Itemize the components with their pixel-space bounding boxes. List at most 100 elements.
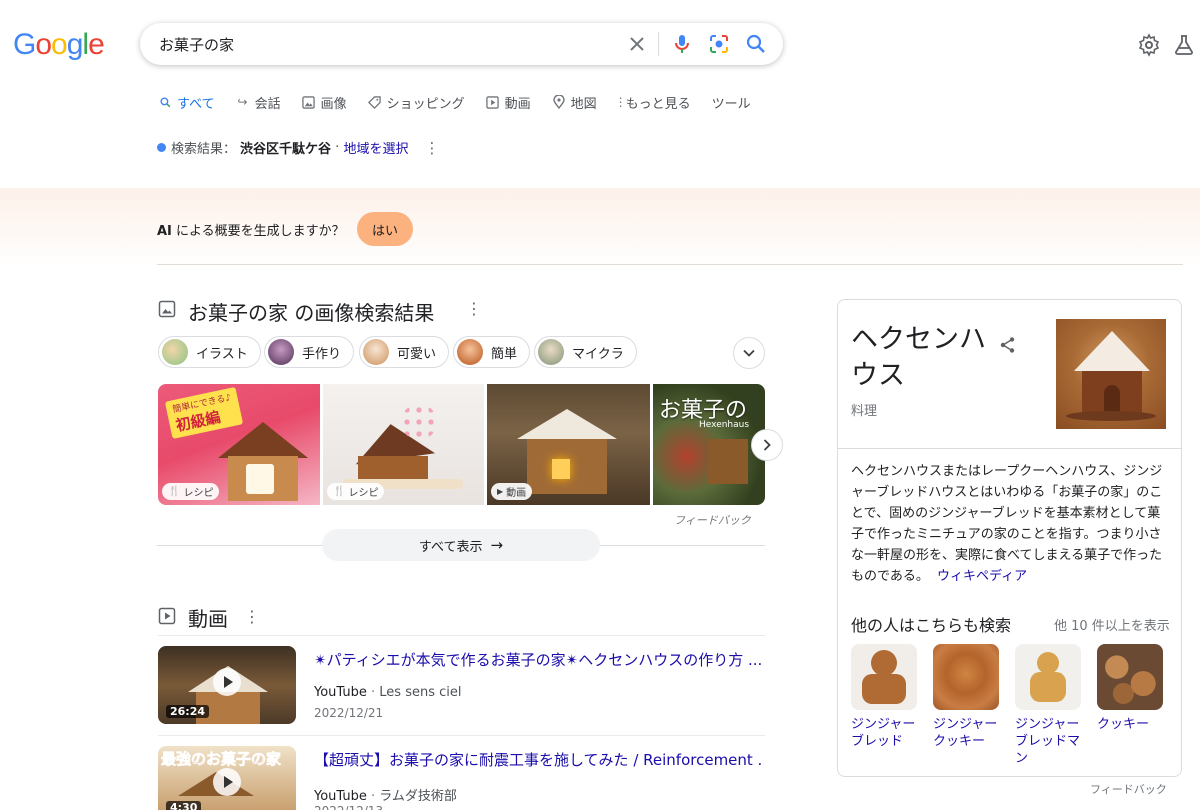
image-result-1[interactable]: 簡単にできる♪ 初級編 🍴 レシピ [158,384,320,505]
knowledge-description: ヘクセンハウスまたはレープクーヘンハウス、ジンジャーブレッドハウスとはいわゆる「… [851,461,1167,587]
location-line: 検索結果： 渋谷区千駄ケ谷 · 地域を選択 ⋮ [157,138,439,157]
clear-icon[interactable] [625,32,649,56]
images-feedback-link[interactable]: フィードバック [674,512,751,528]
chip-illust[interactable]: イラスト [158,336,261,368]
show-all-button[interactable]: すべて表示 → [322,529,600,561]
house-door [1104,385,1120,413]
ai-label: AI [157,224,172,239]
tab-videos[interactable]: 動画 [486,92,531,112]
video-platform: YouTube [314,789,367,804]
also-search-item[interactable]: ジンジャーブレッドマン [1015,644,1081,767]
video-duration: 4:30 [166,801,202,810]
google-logo[interactable]: Google [13,28,105,62]
tab-maps[interactable]: 地図 [552,92,597,112]
cookie-image [1097,644,1163,710]
video-title-link[interactable]: 【超頑丈】お菓子の家に耐震工事を施してみた / Reinforcement ..… [314,749,764,770]
ginger-cookie-image [933,644,999,710]
house-window-light [552,459,570,479]
labs-flask-icon[interactable] [1172,33,1196,57]
knowledge-description-text: ヘクセンハウスまたはレープクーヘンハウス、ジンジャーブレッドハウスとはいわゆる「… [851,464,1163,584]
video-title-link[interactable]: ✴パティシエが本気で作るお菓子の家✴ヘクセンハウスの作り方 ... [314,649,764,670]
gingerbread-image [851,644,917,710]
knowledge-divider [838,448,1181,449]
panel-feedback-link[interactable]: フィードバック [1090,781,1167,797]
chip-cute[interactable]: 可愛い [359,336,450,368]
video-thumbnail-1[interactable]: 26:24 [158,646,296,724]
logo-letter-g2: g [66,28,84,61]
chip-thumbnail [162,339,188,365]
next-images-button[interactable] [751,429,783,461]
tab-conversation[interactable]: ↪ 会話 [236,92,281,112]
video-channel: ラムダ技術部 [379,789,457,804]
wikipedia-link[interactable]: ウィキペディア [937,569,1027,584]
thumb-overlay-sub: Hexenhaus [699,420,750,430]
video-date: 2022/12/13 [314,804,383,810]
image-result-4[interactable]: お菓子の Hexenhaus [653,384,765,505]
chip-easy[interactable]: 簡単 [453,336,531,368]
recipe-badge: 🍴 レシピ [162,483,220,500]
tab-all[interactable]: すべて [158,92,215,112]
ai-question-text: による概要を生成しますか？ [171,224,345,239]
video-badge: ▶ 動画 [491,483,533,500]
fork-knife-icon: 🍴 [333,486,346,497]
video-platform: YouTube [314,685,367,700]
video-thumbnail-2[interactable]: 最強のお菓子の家 4:30 [158,746,296,810]
choose-region-link[interactable]: 地域を選択 [343,138,408,157]
recipe-badge: 🍴 レシピ [327,483,385,500]
chip-minecraft[interactable]: マイクラ [534,336,637,368]
share-icon[interactable] [999,336,1017,354]
logo-letter-o1: o [35,28,52,61]
video-date: 2022/12/21 [314,706,384,720]
expand-chips-button[interactable] [733,337,765,369]
image-section-menu-icon[interactable]: ⋮ [466,299,482,318]
lens-camera-icon[interactable] [707,32,731,56]
search-input[interactable]: お菓子の家 [159,34,234,55]
tag-icon [368,95,382,109]
videos-menu-icon[interactable]: ⋮ [244,607,260,626]
tab-label: 会話 [254,96,281,112]
chip-thumbnail [363,339,389,365]
tab-label: もっと見る [625,96,691,112]
thumb-badge-label: レシピ [348,488,379,499]
tab-shopping[interactable]: ショッピング [368,92,465,112]
knowledge-image[interactable] [1056,319,1166,429]
search-divider [658,32,659,56]
play-icon: ▶ [497,487,504,496]
image-result-3[interactable]: ▶ 動画 [487,384,650,505]
knowledge-title: ヘクセンハウス [851,324,986,391]
chevron-right-icon [763,439,771,451]
videos-divider [158,635,765,636]
location-dot-icon [157,143,166,152]
also-search-more-link[interactable]: 他 10 件以上を表示 [1054,615,1170,634]
also-search-label: クッキー [1097,717,1150,732]
search-icon[interactable] [744,32,768,56]
tab-images[interactable]: 画像 [302,92,347,112]
also-search-item[interactable]: ジンジャーブレッド [851,644,917,750]
arrow-right-icon: → [490,536,504,554]
tab-label: 画像 [320,96,347,112]
chip-thumbnail [538,339,564,365]
videos-title: 動画 [188,607,228,631]
ai-yes-button[interactable]: はい [357,212,413,246]
also-search-label: ジンジャークッキー [933,717,998,749]
video-channel: Les sens ciel [379,685,462,700]
also-search-item[interactable]: ジンジャークッキー [933,644,999,750]
video-source: YouTube · Les sens ciel [314,685,462,700]
house-body [708,439,748,484]
also-search-item[interactable]: クッキー [1097,644,1163,733]
microphone-icon[interactable] [670,32,694,56]
tab-tools[interactable]: ツール [712,92,751,112]
video-source: YouTube · ラムダ技術部 [314,789,457,804]
chip-label: マイクラ [572,346,624,362]
tab-more[interactable]: ⋮ もっと見る [615,92,691,112]
settings-gear-icon[interactable] [1137,33,1161,57]
location-more-icon[interactable]: ⋮ [424,139,439,157]
image-result-2[interactable]: 🍴 レシピ [323,384,484,505]
tab-label: すべて [177,96,215,112]
search-box[interactable]: お菓子の家 [140,23,783,65]
thumb-badge-label: レシピ [183,488,214,499]
chip-handmade[interactable]: 手作り [264,336,355,368]
chip-label: 簡単 [491,346,518,362]
house-roof [517,409,617,439]
ai-overview-question: AI による概要を生成しますか？ [157,220,345,239]
